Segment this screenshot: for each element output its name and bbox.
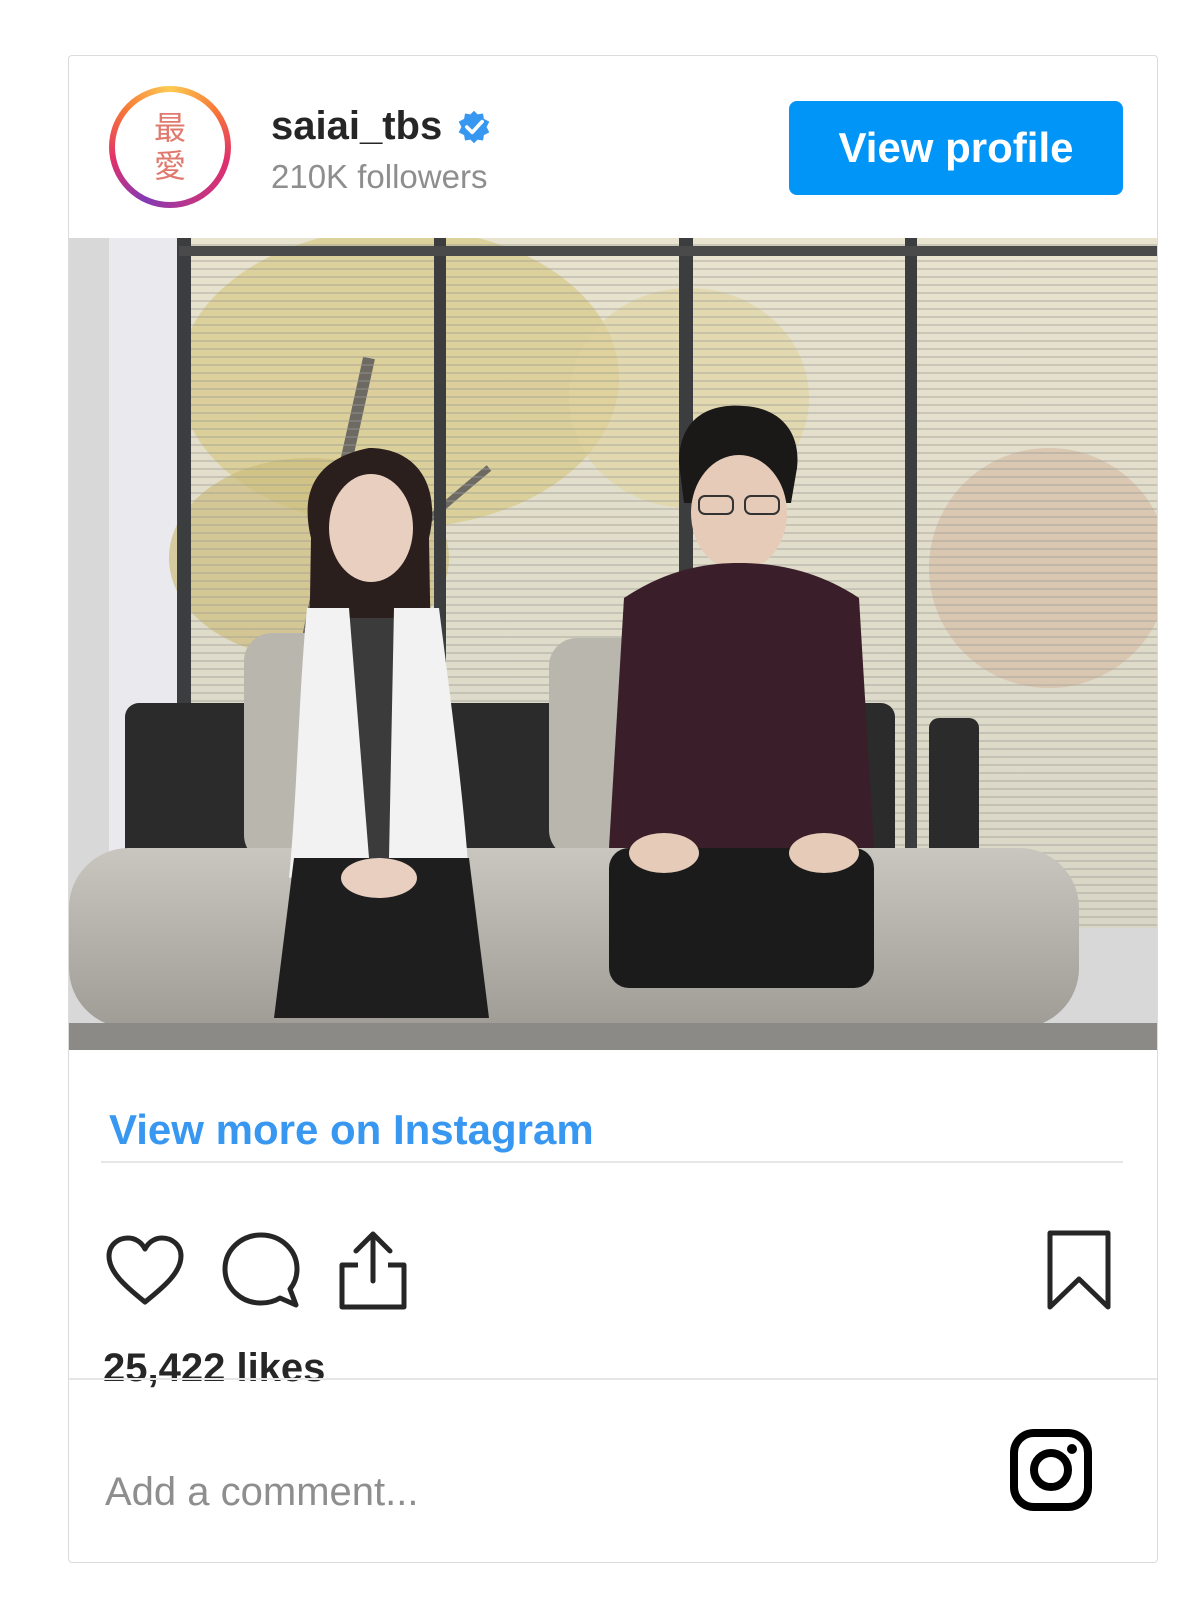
heart-icon [106,1235,184,1305]
avatar-char-1: 最 [153,109,186,147]
follower-count: 210K followers [271,158,488,195]
comment-input[interactable] [103,1451,967,1533]
avatar-logo: 最 愛 [115,92,225,202]
instagram-embed-card: 最 愛 saiai_tbs 210K followers View profil… [68,55,1158,1563]
divider [69,1378,1157,1380]
post-header: 最 愛 saiai_tbs 210K followers View profil… [69,56,1157,238]
share-icon [339,1231,407,1310]
share-button[interactable] [329,1226,417,1314]
view-more-link[interactable]: View more on Instagram [109,1106,594,1154]
post-image[interactable] [69,238,1157,1050]
like-button[interactable] [101,1226,189,1314]
bookmark-icon [1047,1230,1111,1310]
action-bar [101,1226,1123,1326]
like-count: 25,422 likes [103,1346,326,1390]
comment-bubble-icon [222,1232,300,1308]
divider [101,1161,1123,1163]
view-profile-button[interactable]: View profile [789,101,1123,195]
post-photo-illustration [69,238,1157,1050]
avatar-char-2: 愛 [153,147,186,185]
verified-badge-icon [458,110,490,143]
comment-button[interactable] [217,1226,305,1314]
instagram-icon[interactable] [1009,1428,1093,1512]
username-row: saiai_tbs [271,104,492,149]
avatar[interactable]: 最 愛 [109,86,231,208]
save-button[interactable] [1035,1226,1123,1314]
username[interactable]: saiai_tbs [271,104,442,149]
